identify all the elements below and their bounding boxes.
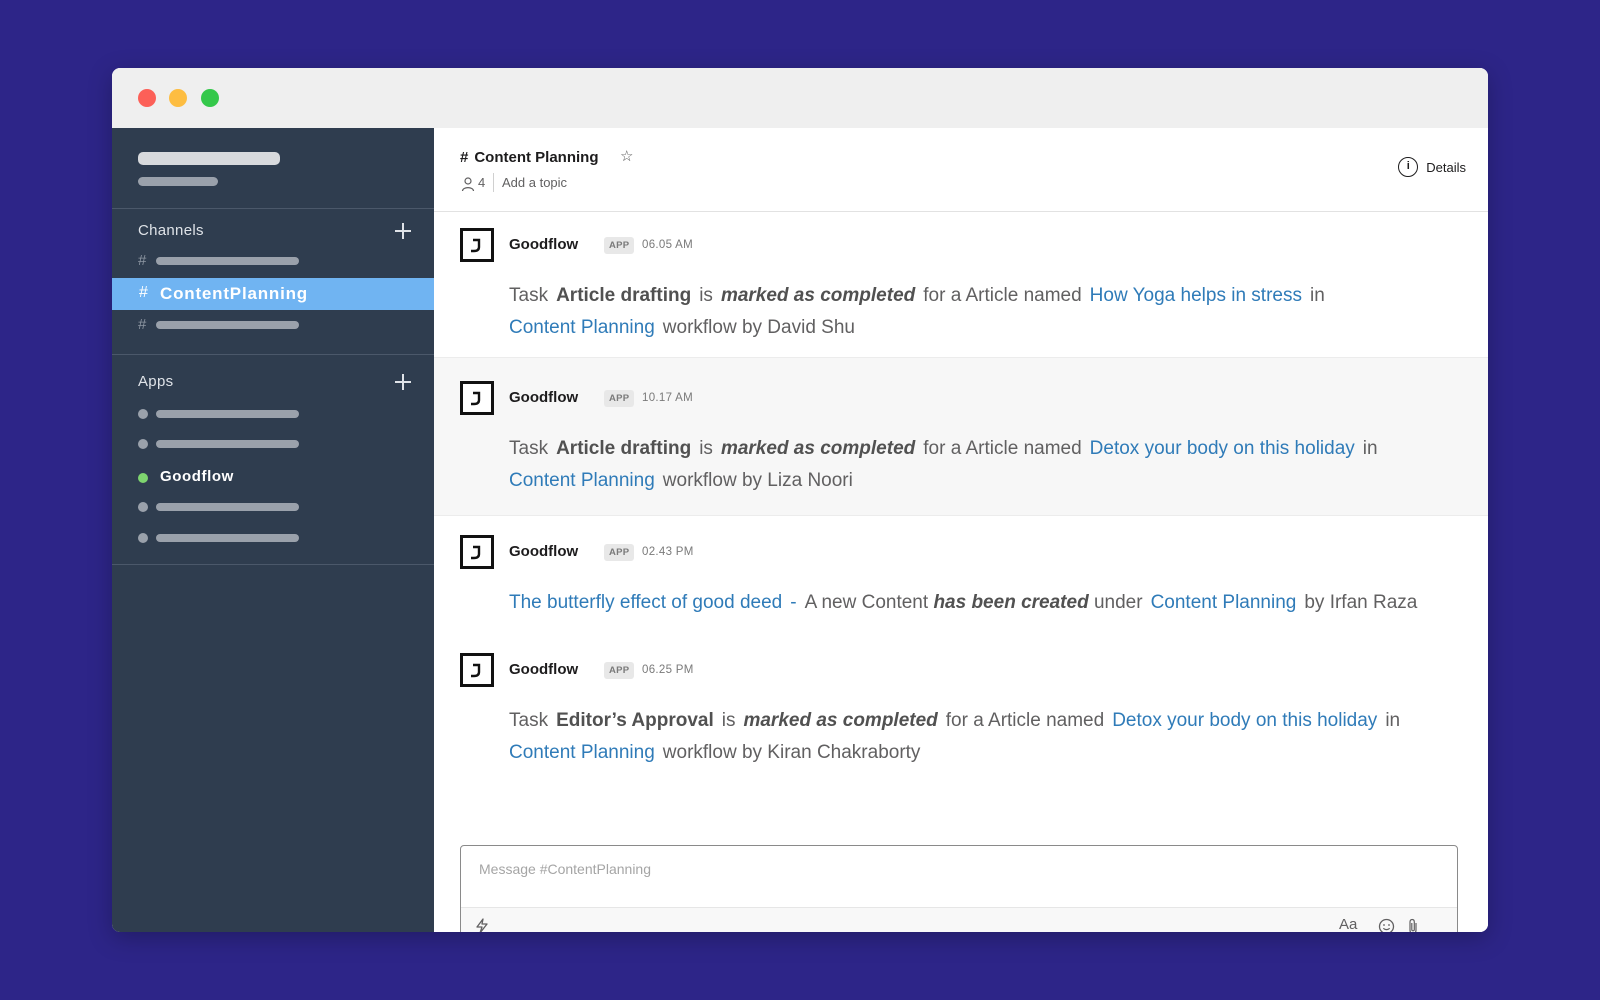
message-sender[interactable]: Goodflow xyxy=(509,236,578,253)
message-body: Task Editor’s Approval is marked as complet… xyxy=(509,710,1401,763)
goodflow-avatar[interactable] xyxy=(460,653,494,687)
app-window: Channels # # ContentPlanning # Apps Good… xyxy=(112,68,1488,932)
message-composer: Aa xyxy=(460,845,1458,932)
close-window-button[interactable] xyxy=(138,89,156,107)
message-timestamp[interactable]: 06.25 PM xyxy=(642,664,694,676)
status-dot-icon xyxy=(138,533,148,543)
sidebar: Channels # # ContentPlanning # Apps Good… xyxy=(112,128,434,932)
workflow-link[interactable]: Content Planning xyxy=(1151,592,1297,613)
user-name-placeholder xyxy=(138,177,218,186)
title-bar xyxy=(112,68,1488,128)
details-label: Details xyxy=(1426,160,1466,175)
channel-header: # Content Planning ☆ 4 Add a topic i Deta… xyxy=(434,128,1488,212)
message: Goodflow APP 06.25 PM Task Editor’s Appro… xyxy=(434,633,1488,823)
workspace-name-placeholder[interactable] xyxy=(138,152,280,165)
channel-hash-icon: # xyxy=(138,252,147,269)
message-sender[interactable]: Goodflow xyxy=(509,543,578,560)
sidebar-divider xyxy=(112,208,434,209)
status-dot-icon xyxy=(138,502,148,512)
goodflow-avatar[interactable] xyxy=(460,535,494,569)
message-timestamp[interactable]: 02.43 PM xyxy=(642,546,694,558)
emoji-icon[interactable] xyxy=(1378,918,1395,932)
message-sender[interactable]: Goodflow xyxy=(509,661,578,678)
add-app-plus-icon[interactable] xyxy=(395,374,411,390)
channel-hash-icon: # xyxy=(139,284,148,301)
message-body: Task Article drafting is marked as complete… xyxy=(509,285,1325,338)
details-button[interactable]: i Details xyxy=(1398,157,1466,177)
goodflow-avatar[interactable] xyxy=(460,381,494,415)
add-channel-plus-icon[interactable] xyxy=(395,223,411,239)
article-link[interactable]: How Yoga helps in stress xyxy=(1090,285,1302,306)
info-icon: i xyxy=(1398,157,1419,177)
article-link[interactable]: Detox your body on this holiday xyxy=(1090,438,1355,459)
sidebar-divider xyxy=(112,564,434,565)
attach-icon[interactable] xyxy=(1407,918,1419,932)
message: Goodflow APP 02.43 PM The butterfly effe… xyxy=(434,515,1488,633)
goodflow-logo-icon xyxy=(471,238,481,253)
star-icon[interactable]: ☆ xyxy=(620,147,633,165)
goodflow-logo-icon xyxy=(471,545,481,560)
sidebar-item-app[interactable] xyxy=(156,410,299,418)
channel-title[interactable]: # Content Planning xyxy=(460,149,599,166)
sidebar-item-contentplanning[interactable]: # ContentPlanning xyxy=(112,278,434,310)
sidebar-item-app[interactable] xyxy=(156,440,299,448)
format-text-button[interactable]: Aa xyxy=(1339,916,1357,932)
channel-name: Content Planning xyxy=(474,149,599,166)
sidebar-item-channel[interactable] xyxy=(156,321,299,329)
online-status-dot-icon xyxy=(138,473,148,483)
minimize-window-button[interactable] xyxy=(169,89,187,107)
sidebar-item-goodflow[interactable]: Goodflow xyxy=(160,468,234,485)
lightning-icon[interactable] xyxy=(475,918,489,932)
add-topic-link[interactable]: Add a topic xyxy=(502,175,567,190)
sidebar-item-app[interactable] xyxy=(156,503,299,511)
article-link[interactable]: Detox your body on this holiday xyxy=(1112,710,1377,731)
message-body: Task Article drafting is marked as complete… xyxy=(509,438,1378,491)
app-badge: APP xyxy=(604,237,635,254)
goodflow-logo-icon xyxy=(471,391,481,406)
app-badge: APP xyxy=(604,662,635,679)
apps-heading[interactable]: Apps xyxy=(138,373,173,390)
message-input[interactable] xyxy=(477,856,1421,882)
app-badge: APP xyxy=(604,390,635,407)
channel-main: # Content Planning ☆ 4 Add a topic i Deta… xyxy=(434,128,1488,932)
content-link[interactable]: The butterfly effect of good deed xyxy=(509,592,782,613)
sidebar-item-label: ContentPlanning xyxy=(160,284,308,303)
sidebar-divider xyxy=(112,354,434,355)
workflow-link[interactable]: Content Planning xyxy=(509,317,655,338)
message-sender[interactable]: Goodflow xyxy=(509,389,578,406)
goodflow-avatar[interactable] xyxy=(460,228,494,262)
member-icon[interactable] xyxy=(460,176,476,192)
workflow-link[interactable]: Content Planning xyxy=(509,470,655,491)
app-badge: APP xyxy=(604,544,635,561)
message-body: The butterfly effect of good deed - A new … xyxy=(509,592,1418,613)
member-count[interactable]: 4 xyxy=(478,175,485,190)
goodflow-logo-icon xyxy=(471,663,481,678)
message: Goodflow APP 06.05 AM Task Article drafti… xyxy=(434,212,1488,357)
meta-separator xyxy=(493,173,494,192)
message: Goodflow APP 10.17 AM Task Article drafti… xyxy=(434,357,1488,516)
status-dot-icon xyxy=(138,409,148,419)
sidebar-item-app[interactable] xyxy=(156,534,299,542)
composer-toolbar: Aa xyxy=(461,907,1457,932)
message-timestamp[interactable]: 06.05 AM xyxy=(642,239,693,251)
channels-heading[interactable]: Channels xyxy=(138,222,204,239)
sidebar-item-channel[interactable] xyxy=(156,257,299,265)
maximize-window-button[interactable] xyxy=(201,89,219,107)
message-timestamp[interactable]: 10.17 AM xyxy=(642,392,693,404)
status-dot-icon xyxy=(138,439,148,449)
channel-hash-icon: # xyxy=(138,316,147,333)
workflow-link[interactable]: Content Planning xyxy=(509,742,655,763)
